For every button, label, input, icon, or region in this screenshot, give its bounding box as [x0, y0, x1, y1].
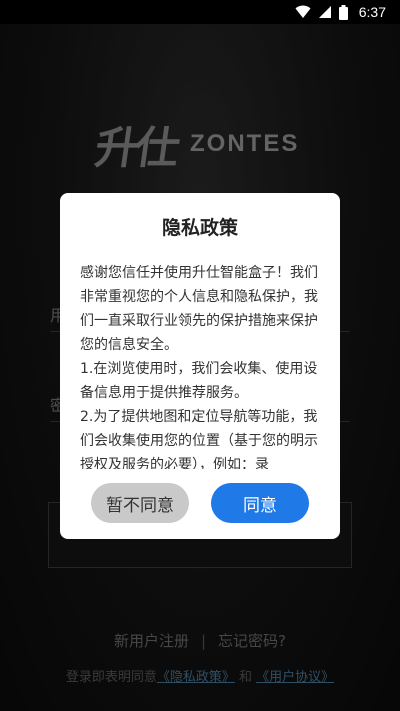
status-time: 6:37	[358, 4, 386, 20]
battery-icon	[338, 4, 348, 20]
cellular-signal-icon	[318, 5, 332, 19]
decline-button[interactable]: 暂不同意	[91, 483, 189, 523]
dialog-paragraph: 2.为了提供地图和定位导航等功能，我们会收集使用您的位置（基于您的明示授权及服务…	[80, 409, 318, 469]
status-bar: 6:37	[0, 0, 400, 24]
dialog-title: 隐私政策	[161, 217, 238, 239]
agree-button[interactable]: 同意	[211, 483, 309, 523]
wifi-icon	[295, 5, 311, 19]
privacy-dialog: 隐私政策 感谢您信任并使用升仕智能盒子！我们非常重视您的个人信息和隐私保护，我们…	[60, 193, 340, 539]
dialog-body[interactable]: 感谢您信任并使用升仕智能盒子！我们非常重视您的个人信息和隐私保护，我们一直采取行…	[80, 261, 320, 469]
dialog-paragraph: 感谢您信任并使用升仕智能盒子！我们非常重视您的个人信息和隐私保护，我们一直采取行…	[80, 265, 318, 353]
dialog-paragraph: 1.在浏览使用时，我们会收集、使用设备信息用于提供推荐服务。	[80, 361, 318, 401]
